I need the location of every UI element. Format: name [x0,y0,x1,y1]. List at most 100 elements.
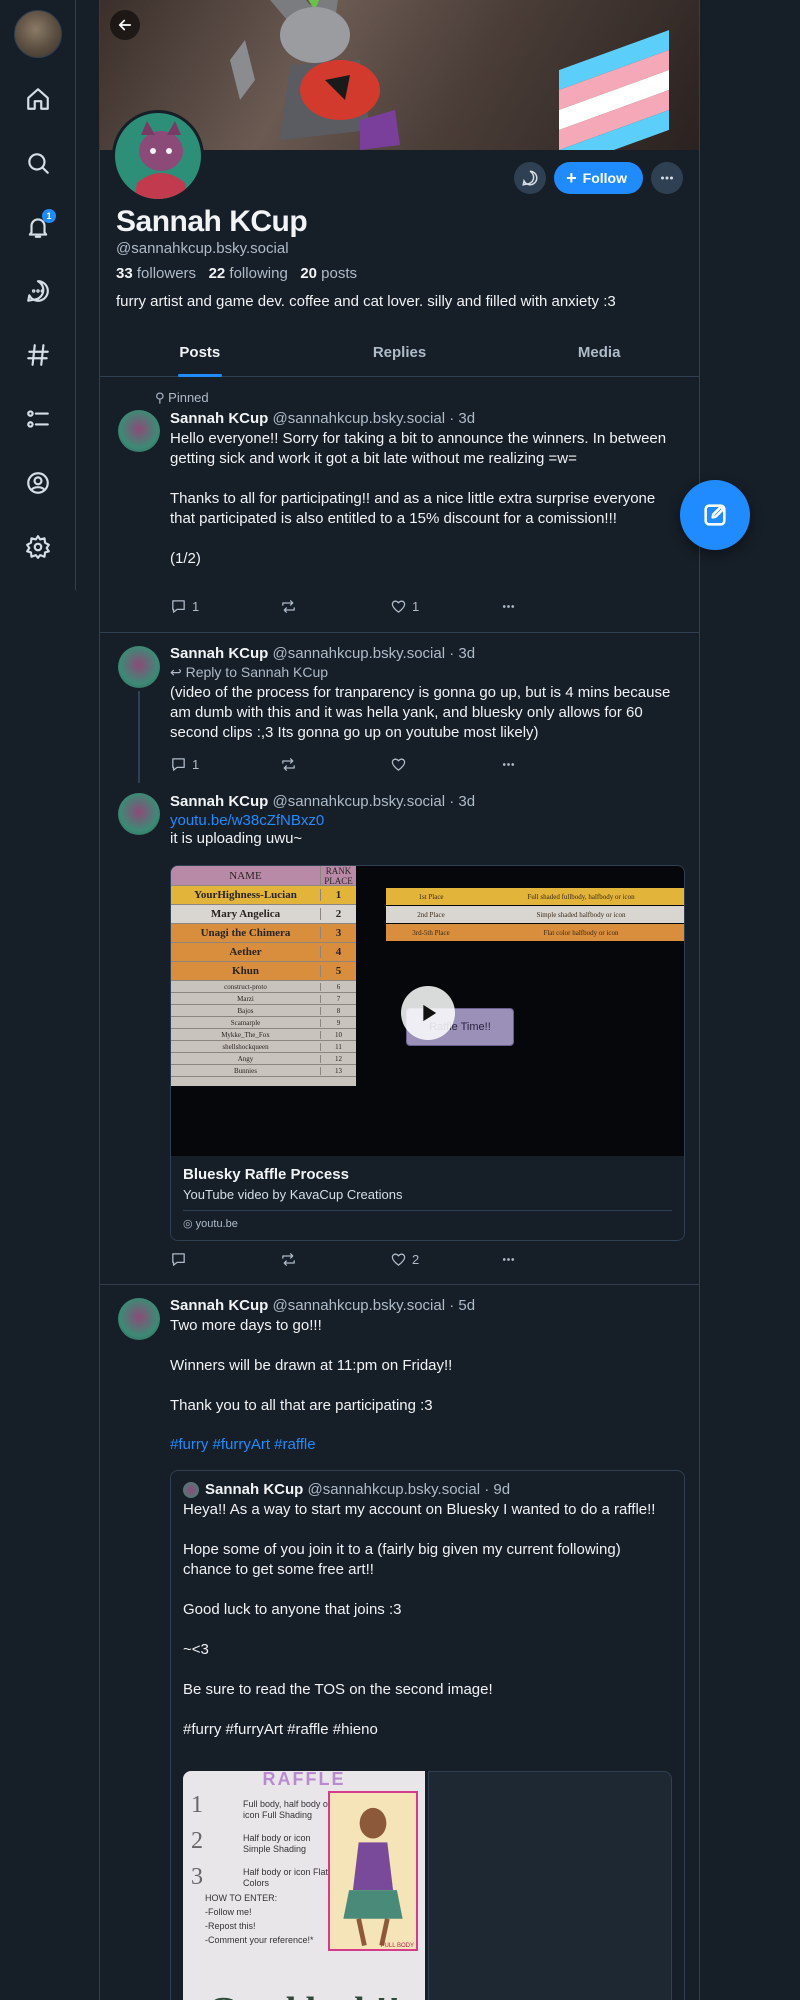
quoted-author-name: Sannah KCup [205,1481,304,1498]
follow-button[interactable]: + Follow [554,162,643,194]
profile-bio: furry artist and game dev. coffee and ca… [116,293,616,310]
post-more-button[interactable] [500,598,580,615]
following-link[interactable]: 22 following [209,265,288,282]
play-icon [423,1004,437,1022]
video-player[interactable]: NAME RANK PLACE YourHighness-Lucian 1 Mary… [171,866,684,1156]
like-button[interactable] [390,756,470,773]
post-timestamp[interactable]: · 3d [449,410,475,427]
feeds-hashtag-icon[interactable] [18,335,58,375]
feed-post[interactable]: Sannah KCup @sannahkcup.bsky.social · 3d… [100,633,699,783]
followers-link[interactable]: 33 followers [116,265,196,282]
profile-icon[interactable] [18,463,58,503]
profile-avatar-art [134,121,188,199]
video-embed[interactable]: NAME RANK PLACE YourHighness-Lucian 1 Mary… [170,865,685,1241]
raffle-how-to-enter: HOW TO ENTER: -Follow me! -Repost this! … [205,1893,314,1945]
banner-artwork [230,0,400,150]
post-author-avatar[interactable] [118,410,160,452]
chat-icon[interactable] [18,271,58,311]
profile-handle: @sannahkcup.bsky.social [116,240,289,257]
tab-replies[interactable]: Replies [300,330,500,376]
nav-rail: 1 [0,0,76,590]
repost-icon [282,600,295,613]
tos-image[interactable] [428,1771,672,2000]
post-author-handle[interactable]: @sannahkcup.bsky.social [273,410,446,427]
quoted-timestamp: · 9d [484,1481,511,1498]
rank-row: Aether 4 [171,943,356,962]
reply-bubble-icon [172,1253,185,1266]
notification-badge: 1 [42,209,56,223]
current-user-avatar[interactable] [14,10,62,58]
rank-row: construct-proto 6 [171,981,356,993]
ellipsis-icon [502,605,515,608]
play-button[interactable] [401,986,455,1040]
rank-table-header: NAME RANK PLACE [171,866,356,886]
post-meta: Sannah KCup @sannahkcup.bsky.social · 3d [170,793,683,810]
reply-button[interactable] [170,1251,250,1268]
post-author-handle[interactable]: @sannahkcup.bsky.social [273,1297,446,1314]
post-author-avatar[interactable] [118,1298,160,1340]
character-illustration [343,1807,403,1947]
post-hashtags[interactable]: #furry #furryArt #raffle [170,1436,683,1453]
profile-column: + Follow Sannah KCup @sannahkcup.bsky.so… [99,0,700,2000]
home-icon[interactable] [18,79,58,119]
repost-button[interactable] [280,598,360,615]
rank-row: Mykke_The_Fox 10 [171,1029,356,1041]
lists-icon[interactable] [18,399,58,439]
repost-button[interactable] [280,1251,360,1268]
compose-button[interactable] [680,480,750,550]
profile-tabs: Posts Replies Media [100,330,699,377]
post-controls: 1 1 [170,598,580,615]
message-button[interactable] [514,162,547,194]
post-more-button[interactable] [500,756,580,773]
feed-post[interactable]: Sannah KCup @sannahkcup.bsky.social · 5d… [100,1285,699,2000]
tab-posts[interactable]: Posts [100,330,300,376]
more-options-button[interactable] [651,162,683,194]
rank-row: YourHighness-Lucian 1 [171,886,356,905]
like-button[interactable]: 1 [390,598,470,615]
like-button[interactable]: 2 [390,1251,470,1268]
post-timestamp[interactable]: · 3d [449,793,475,810]
post-author-name[interactable]: Sannah KCup [170,410,268,427]
profile-display-name: Sannah KCup [116,205,308,238]
rank-row: Mary Angelica 2 [171,905,356,924]
post-author-name[interactable]: Sannah KCup [170,645,268,662]
reply-bubble-icon [172,758,185,771]
profile-avatar[interactable] [112,110,204,202]
quoted-post[interactable]: Sannah KCup @sannahkcup.bsky.social · 9d… [170,1470,685,2000]
post-link[interactable]: youtu.be/w38cZfNBxz0 [170,812,683,829]
rank-row: Bajos 8 [171,1005,356,1017]
post-timestamp[interactable]: · 3d [449,645,475,662]
post-author-avatar[interactable] [118,793,160,835]
back-button[interactable] [110,10,140,40]
post-controls: 1 [170,756,580,773]
tab-media[interactable]: Media [499,330,699,376]
post-author-handle[interactable]: @sannahkcup.bsky.social [273,793,446,810]
repost-icon [282,1253,295,1266]
reply-to-indicator[interactable]: ↩ Reply to Sannah KCup [170,664,683,681]
post-author-name[interactable]: Sannah KCup [170,1297,268,1314]
post-author-handle[interactable]: @sannahkcup.bsky.social [273,645,446,662]
post-content: Sannah KCup @sannahkcup.bsky.social · 3d… [170,645,683,743]
notifications-icon[interactable]: 1 [18,207,58,247]
heart-icon [391,758,406,771]
reply-button[interactable]: 1 [170,598,250,615]
reply-button[interactable]: 1 [170,756,250,773]
post-more-button[interactable] [500,1251,580,1268]
rank-row: Scamarple 9 [171,1017,356,1029]
follow-button-label: Follow [582,170,627,186]
search-icon[interactable] [18,143,58,183]
post-author-name[interactable]: Sannah KCup [170,793,268,810]
post-author-avatar[interactable] [118,646,160,688]
post-controls: 2 [170,1251,580,1268]
post-timestamp[interactable]: · 5d [449,1297,475,1314]
settings-gear-icon[interactable] [18,527,58,567]
post-text: (video of the process for tranparency is… [170,684,671,741]
compose-pencil-icon [704,504,726,526]
feed-post[interactable]: ⚲ Pinned Sannah KCup @sannahkcup.bsky.so… [100,378,699,623]
prize-row: 3rd-5th Place Flat color halfbody or icon [386,924,684,941]
raffle-image[interactable]: RAFFLE 123 Full body, half body or icon … [183,1771,425,2000]
feed-post[interactable]: Sannah KCup @sannahkcup.bsky.social · 3d… [100,781,699,1283]
repost-button[interactable] [280,756,360,773]
arrow-left-icon [118,19,132,31]
embed-description: YouTube video by KavaCup Creations [183,1187,403,1202]
